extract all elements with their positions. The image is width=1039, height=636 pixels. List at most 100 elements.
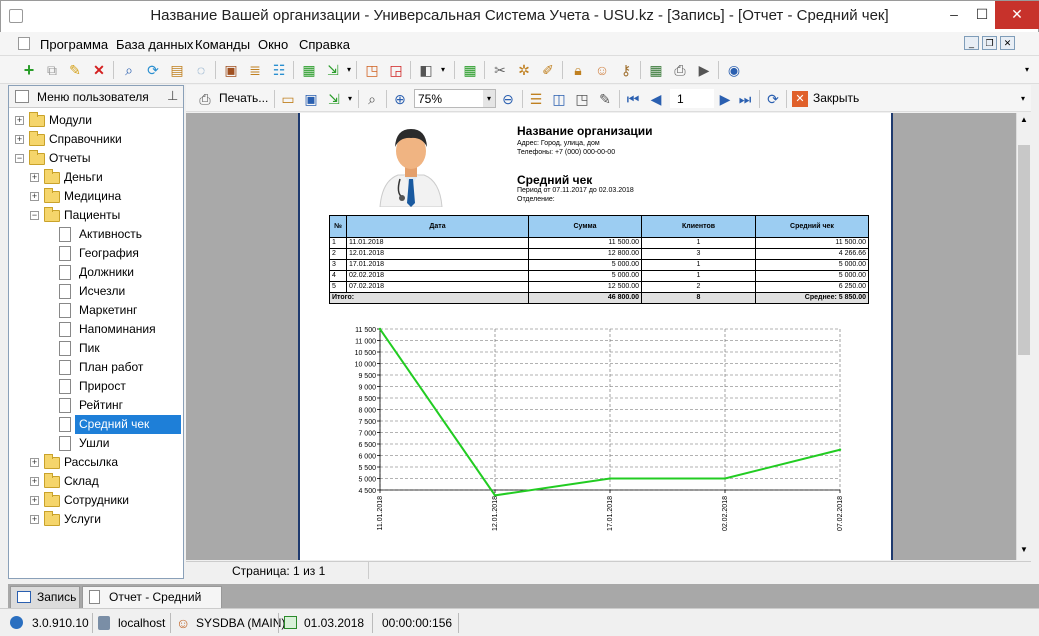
video-icon[interactable]: ▶ (695, 61, 713, 79)
save-icon[interactable]: ▣ (302, 90, 320, 108)
scroll-down-icon[interactable]: ▼ (1020, 545, 1028, 554)
search-icon[interactable]: ⌕ (120, 61, 138, 79)
tree-item[interactable]: Должники (9, 263, 183, 282)
list-icon[interactable]: ☷ (270, 61, 288, 79)
tree-expander-icon[interactable]: + (15, 135, 24, 144)
tree-item[interactable]: + Деньги (9, 168, 183, 187)
tree-item[interactable]: Ушли (9, 434, 183, 453)
menu-commands[interactable]: Команды (195, 37, 250, 52)
keys-icon[interactable]: ⚷ (617, 61, 635, 79)
close-window-icon[interactable]: ◲ (387, 61, 405, 79)
scroll-thumb[interactable] (1018, 145, 1030, 355)
lock-icon[interactable]: 🔒︎ (569, 61, 587, 79)
mdi-close-icon[interactable]: ✕ (1000, 36, 1015, 50)
zoom-dropdown-icon[interactable]: ▾ (483, 90, 495, 107)
refresh-icon[interactable]: ⟳ (144, 61, 162, 79)
zoom-select[interactable]: 75% ▾ (414, 89, 496, 108)
tree-item[interactable]: Активность (9, 225, 183, 244)
tree-item[interactable]: − Пациенты (9, 206, 183, 225)
filter-icon[interactable]: ▤ (168, 61, 186, 79)
delete-icon[interactable]: ✕ (90, 61, 108, 79)
tree-item[interactable]: География (9, 244, 183, 263)
outline-icon[interactable]: ☰ (527, 90, 545, 108)
prev-page-icon[interactable]: ◀ (647, 90, 665, 108)
export-dropdown-icon[interactable]: ▾ (341, 90, 359, 108)
close-report-icon[interactable]: ✕ (792, 91, 808, 107)
settings-icon[interactable]: ✲ (515, 61, 533, 79)
tree-item[interactable]: Маркетинг (9, 301, 183, 320)
menu-program[interactable]: Программа (40, 37, 108, 52)
tree-expander-icon[interactable]: + (30, 515, 39, 524)
tree-item[interactable]: + Медицина (9, 187, 183, 206)
scroll-up-icon[interactable]: ▲ (1020, 115, 1028, 124)
mdi-minimize-icon[interactable]: _ (964, 36, 979, 50)
page-number-field[interactable]: 1 (670, 89, 714, 108)
mdi-restore-icon[interactable]: ❐ (982, 36, 997, 50)
tree-expander-icon[interactable]: − (30, 211, 39, 220)
tree-item[interactable]: + Услуги (9, 510, 183, 529)
tab-average-check[interactable]: Отчет - Средний чек (82, 586, 222, 624)
columns-icon[interactable]: ◧ (417, 61, 435, 79)
tools-icon[interactable]: ✂ (491, 61, 509, 79)
tree-item[interactable]: + Сотрудники (9, 491, 183, 510)
tree-item[interactable]: Исчезли (9, 282, 183, 301)
tree-expander-icon[interactable]: + (30, 192, 39, 201)
print-icon[interactable]: ⎙ (196, 90, 214, 108)
tree-item[interactable]: + Справочники (9, 130, 183, 149)
page-setup-icon[interactable]: ◳ (573, 90, 591, 108)
excel-icon[interactable]: ▦ (300, 61, 318, 79)
edit-report-icon[interactable]: ✎ (596, 90, 614, 108)
tree-item[interactable]: План работ (9, 358, 183, 377)
next-page-icon[interactable]: ▶ (716, 90, 734, 108)
last-page-icon[interactable]: ⏭ (736, 90, 754, 108)
thumbnails-icon[interactable]: ◫ (550, 90, 568, 108)
tree-expander-icon[interactable]: + (30, 496, 39, 505)
tab-record[interactable]: Запись (10, 586, 80, 608)
report-toolbar-overflow-icon[interactable]: ▾ (1014, 90, 1032, 108)
tree-icon[interactable]: ≣ (246, 61, 264, 79)
vertical-scrollbar[interactable]: ▲ ▼ (1016, 113, 1031, 560)
edit-icon[interactable]: ✎ (66, 61, 84, 79)
pin-icon[interactable]: ⊥ (167, 88, 178, 104)
add-icon[interactable]: + (20, 61, 38, 79)
toolbar-overflow-icon[interactable]: ▾ (1018, 61, 1036, 79)
gift-icon[interactable]: ▣ (222, 61, 240, 79)
new-window-icon[interactable]: ◳ (363, 61, 381, 79)
tree-item[interactable]: Рейтинг (9, 396, 183, 415)
tree-item[interactable]: Напоминания (9, 320, 183, 339)
users-icon[interactable]: ☺ (593, 61, 611, 79)
close-report-button[interactable]: Закрыть (813, 91, 859, 105)
print-button[interactable]: Печать... (219, 91, 268, 105)
tree-expander-icon[interactable]: + (30, 173, 39, 182)
minimize-button[interactable]: – (939, 1, 969, 29)
menu-help[interactable]: Справка (299, 37, 350, 52)
tree-item[interactable]: + Склад (9, 472, 183, 491)
mdi-doc-icon[interactable] (18, 37, 30, 50)
table-icon[interactable]: ▦ (647, 61, 665, 79)
columns-dropdown-icon[interactable]: ▾ (434, 61, 452, 79)
print-icon[interactable]: ⎙ (671, 61, 689, 79)
first-page-icon[interactable]: ⏮ (624, 90, 642, 108)
tree-item[interactable]: + Модули (9, 111, 183, 130)
copy-icon[interactable]: ⧉ (43, 61, 61, 79)
menu-window[interactable]: Окно (258, 37, 288, 52)
tree-expander-icon[interactable]: + (15, 116, 24, 125)
tree-item[interactable]: + Рассылка (9, 453, 183, 472)
tree-item[interactable]: Пик (9, 339, 183, 358)
open-icon[interactable]: ▭ (279, 90, 297, 108)
calendar-icon[interactable]: ▦ (461, 61, 479, 79)
tree-item[interactable]: − Отчеты (9, 149, 183, 168)
tree-expander-icon[interactable]: − (15, 154, 24, 163)
refresh-icon[interactable]: ⟳ (764, 90, 782, 108)
zoom-in-icon[interactable]: ⊕ (391, 90, 409, 108)
zoom-out-icon[interactable]: ⊖ (499, 90, 517, 108)
comment-icon[interactable]: ◌ (192, 61, 210, 79)
notes-icon[interactable]: ✐ (539, 61, 557, 79)
page-preview-icon[interactable]: ⌕ (363, 90, 381, 108)
maximize-button[interactable]: ☐ (969, 1, 995, 29)
tree-item[interactable]: Прирост (9, 377, 183, 396)
tree-expander-icon[interactable]: + (30, 458, 39, 467)
close-button[interactable]: ✕ (995, 1, 1039, 29)
help-icon[interactable]: ◉ (725, 61, 743, 79)
menu-database[interactable]: База данных (116, 37, 193, 52)
